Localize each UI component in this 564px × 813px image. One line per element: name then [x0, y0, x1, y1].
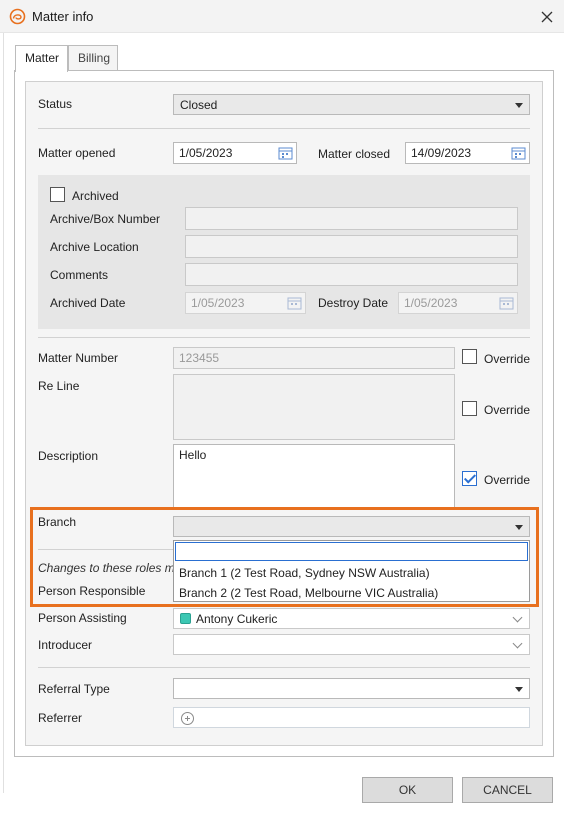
description-input[interactable]: Hello — [173, 444, 455, 510]
referrer-input[interactable] — [173, 707, 530, 728]
window-title: Matter info — [32, 9, 94, 24]
calendar-icon[interactable] — [499, 296, 514, 310]
calendar-icon[interactable] — [287, 296, 302, 310]
introducer-label: Introducer — [38, 638, 93, 652]
close-icon[interactable] — [534, 4, 560, 30]
matter-closed-input[interactable]: 14/09/2023 — [405, 142, 530, 164]
destroy-date-value: 1/05/2023 — [404, 296, 458, 310]
archive-box-number-label: Archive/Box Number — [50, 212, 161, 226]
matter-opened-input[interactable]: 1/05/2023 — [173, 142, 297, 164]
description-override-checkbox[interactable] — [462, 471, 477, 486]
status-label: Status — [38, 97, 73, 111]
person-assisting-select[interactable]: Antony Cukeric — [173, 608, 530, 629]
archived-label: Archived — [72, 189, 119, 203]
archive-location-input[interactable] — [185, 235, 518, 258]
branch-dropdown-list: Branch 1 (2 Test Road, Sydney NSW Austra… — [173, 540, 530, 602]
re-line-label: Re Line — [38, 379, 80, 393]
spiral-logo-icon — [9, 8, 26, 25]
add-circle-icon[interactable] — [181, 712, 194, 725]
archived-date-value: 1/05/2023 — [191, 296, 245, 310]
matter-opened-value: 1/05/2023 — [179, 146, 233, 160]
ok-button[interactable]: OK — [362, 777, 453, 803]
status-select[interactable]: Closed — [173, 94, 530, 115]
referral-type-select[interactable] — [173, 678, 530, 699]
window-edge — [0, 33, 4, 793]
archived-date-input[interactable]: 1/05/2023 — [185, 292, 306, 314]
person-assisting-label: Person Assisting — [38, 611, 127, 625]
referrer-label: Referrer — [38, 711, 83, 725]
re-line-input[interactable] — [173, 374, 455, 440]
description-override-label: Override — [484, 473, 531, 487]
title-bar: Matter info — [0, 0, 564, 33]
comments-input[interactable] — [185, 263, 518, 286]
calendar-icon[interactable] — [511, 146, 526, 160]
chevron-down-icon — [512, 612, 523, 623]
archived-date-label: Archived Date — [50, 296, 126, 310]
chevron-down-icon — [512, 638, 523, 649]
dropdown-arrow-icon — [515, 687, 523, 692]
person-assisting-value: Antony Cukeric — [196, 612, 278, 626]
description-label: Description — [38, 449, 99, 463]
archive-location-label: Archive Location — [50, 240, 139, 254]
matter-number-override-label: Override — [484, 352, 531, 366]
description-value: Hello — [179, 448, 207, 462]
branch-option[interactable]: Branch 2 (2 Test Road, Melbourne VIC Aus… — [179, 586, 438, 600]
divider — [38, 128, 530, 129]
cancel-button[interactable]: CANCEL — [462, 777, 553, 803]
referral-type-label: Referral Type — [38, 682, 110, 696]
matter-number-label: Matter Number — [38, 351, 119, 365]
divider — [38, 337, 530, 338]
calendar-icon[interactable] — [278, 146, 293, 160]
introducer-select[interactable] — [173, 634, 530, 655]
matter-number-value: 123455 — [179, 351, 220, 365]
re-line-override-label: Override — [484, 403, 531, 417]
comments-label: Comments — [50, 268, 109, 282]
archived-checkbox[interactable] — [50, 187, 65, 202]
destroy-date-input[interactable]: 1/05/2023 — [398, 292, 518, 314]
matter-number-override-checkbox[interactable] — [462, 349, 477, 364]
tab-billing[interactable]: Billing — [68, 45, 118, 71]
matter-closed-label: Matter closed — [318, 147, 391, 161]
divider — [38, 667, 530, 668]
branch-search-input[interactable] — [175, 542, 528, 561]
dropdown-arrow-icon — [515, 103, 523, 108]
status-value: Closed — [180, 98, 218, 112]
destroy-date-label: Destroy Date — [318, 296, 389, 310]
matter-opened-label: Matter opened — [38, 146, 116, 160]
tab-matter[interactable]: Matter — [15, 45, 68, 72]
person-color-swatch — [180, 613, 191, 624]
branch-option[interactable]: Branch 1 (2 Test Road, Sydney NSW Austra… — [179, 566, 430, 580]
matter-number-input[interactable]: 123455 — [173, 347, 455, 369]
matter-closed-value: 14/09/2023 — [411, 146, 472, 160]
re-line-override-checkbox[interactable] — [462, 401, 477, 416]
archive-box-number-input[interactable] — [185, 207, 518, 230]
